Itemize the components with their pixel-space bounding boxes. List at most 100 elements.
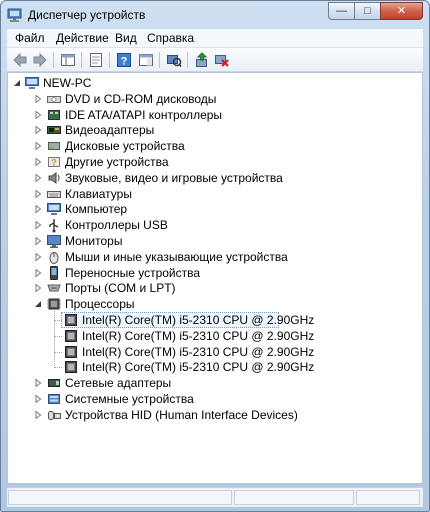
- tree-category[interactable]: Компьютер: [8, 201, 422, 217]
- expand-arrow-icon[interactable]: [34, 410, 42, 419]
- category-label: Процессоры: [65, 297, 135, 312]
- expand-arrow-icon[interactable]: [34, 158, 42, 166]
- computer-icon: [46, 201, 62, 217]
- back-button[interactable]: [11, 51, 29, 69]
- other-devices-icon: ?: [46, 154, 62, 170]
- back-icon: [13, 52, 27, 68]
- tree-device[interactable]: Intel(R) Core(TM) i5-2310 CPU @ 2.90GHz: [8, 359, 422, 375]
- close-button[interactable]: ✕: [380, 2, 423, 20]
- expand-arrow-icon[interactable]: [34, 237, 42, 245]
- menu-action[interactable]: Действие: [56, 31, 109, 45]
- maximize-button[interactable]: □: [354, 2, 380, 20]
- tree-category[interactable]: Мыши и иные указывающие устройства: [8, 249, 422, 265]
- toolbar-separator: [81, 52, 82, 68]
- tree-category[interactable]: DVD и CD-ROM дисководы: [8, 91, 422, 107]
- tree-category[interactable]: Мониторы: [8, 233, 422, 249]
- device-tree[interactable]: NEW-PC DVD и CD-ROM дисководы IDE ATA/ATAP…: [7, 72, 423, 484]
- monitor-icon: [46, 233, 62, 249]
- help-button[interactable]: ?: [115, 51, 133, 69]
- expand-arrow-icon[interactable]: [34, 252, 42, 261]
- tree-category[interactable]: Звуковые, видео и игровые устройства: [8, 170, 422, 186]
- portable-device-icon: [46, 265, 62, 281]
- toolbar: ?: [7, 48, 423, 72]
- category-label: Видеоадаптеры: [65, 123, 155, 138]
- uninstall-button[interactable]: [213, 51, 231, 69]
- tree-category[interactable]: Устройства HID (Human Interface Devices): [8, 407, 422, 423]
- help-icon: ?: [117, 53, 131, 68]
- scan-hardware-icon: [167, 55, 182, 67]
- tree-device[interactable]: Intel(R) Core(TM) i5-2310 CPU @ 2.90GHz: [8, 312, 422, 328]
- menu-file[interactable]: Файл: [15, 31, 45, 45]
- properties-button[interactable]: [87, 51, 105, 69]
- tree-category[interactable]: Дисковые устройства: [8, 138, 422, 154]
- tree-device[interactable]: Intel(R) Core(TM) i5-2310 CPU @ 2.90GHz: [8, 328, 422, 344]
- collapse-arrow-icon[interactable]: [13, 79, 21, 87]
- tree-category[interactable]: Сетевые адаптеры: [8, 375, 422, 391]
- toolbar-separator: [159, 52, 160, 68]
- tree-device[interactable]: Intel(R) Core(TM) i5-2310 CPU @ 2.90GHz: [8, 344, 422, 360]
- cpu-chip-icon: [63, 359, 79, 375]
- tree-category[interactable]: IDE ATA/ATAPI контроллеры: [8, 107, 422, 123]
- forward-icon: [33, 52, 47, 68]
- tree-category[interactable]: Клавиатуры: [8, 186, 422, 202]
- expand-arrow-icon[interactable]: [34, 221, 42, 230]
- device-label: Intel(R) Core(TM) i5-2310 CPU @ 2.90GHz: [82, 344, 315, 359]
- computer-icon: [24, 75, 40, 91]
- console-tree-icon: [61, 54, 75, 66]
- tree-root-label: NEW-PC: [43, 76, 92, 90]
- expand-arrow-icon[interactable]: [34, 94, 42, 103]
- disk-drive-icon: [46, 138, 62, 154]
- properties-icon: [90, 53, 102, 67]
- expand-arrow-icon[interactable]: [34, 142, 42, 151]
- usb-icon: [46, 217, 62, 233]
- cpu-chip-icon: [63, 312, 79, 328]
- expand-arrow-icon[interactable]: [34, 126, 42, 135]
- tree-category[interactable]: Процессоры: [8, 296, 422, 312]
- tree-category[interactable]: Порты (COM и LPT): [8, 280, 422, 296]
- hid-icon: [46, 407, 62, 423]
- tree-connector: [54, 367, 62, 369]
- category-label: Переносные устройства: [65, 265, 201, 280]
- show-hide-icon: [139, 54, 153, 66]
- tree-category[interactable]: Переносные устройства: [8, 265, 422, 281]
- forward-button[interactable]: [31, 51, 49, 69]
- category-label: Другие устройства: [65, 155, 169, 169]
- collapse-arrow-icon[interactable]: [34, 300, 42, 308]
- menu-view[interactable]: Вид: [115, 31, 137, 45]
- title-bar[interactable]: Диспетчер устройств — □ ✕: [1, 1, 429, 29]
- status-segment: [356, 490, 420, 505]
- category-label: Порты (COM и LPT): [65, 281, 176, 296]
- expand-arrow-icon[interactable]: [34, 173, 42, 182]
- tree-category[interactable]: Видеоадаптеры: [8, 122, 422, 138]
- category-label: Системные устройства: [65, 392, 194, 406]
- show-hide-button[interactable]: [137, 51, 155, 69]
- toolbar-separator: [187, 52, 188, 68]
- expand-arrow-icon[interactable]: [34, 379, 42, 388]
- tree-category[interactable]: Контроллеры USB: [8, 217, 422, 233]
- expand-arrow-icon[interactable]: [34, 395, 42, 403]
- sound-icon: [46, 170, 62, 186]
- expand-arrow-icon[interactable]: [34, 189, 42, 198]
- expand-arrow-icon[interactable]: [34, 284, 42, 293]
- category-label: Мониторы: [65, 234, 123, 248]
- expand-arrow-icon[interactable]: [34, 268, 42, 277]
- dvd-drive-icon: [46, 91, 62, 107]
- category-label: DVD и CD-ROM дисководы: [65, 91, 217, 106]
- uninstall-icon: [215, 55, 229, 67]
- menu-bar: Файл Действие Вид Справка: [7, 29, 423, 48]
- network-adapter-icon: [46, 375, 62, 391]
- update-driver-button[interactable]: [193, 51, 211, 69]
- tree-category[interactable]: ? Другие устройства: [8, 154, 422, 170]
- category-label: Компьютер: [65, 202, 128, 217]
- status-segment: [234, 490, 354, 505]
- expand-arrow-icon[interactable]: [34, 110, 42, 119]
- tree-root[interactable]: NEW-PC: [8, 75, 422, 91]
- svg-text:?: ?: [51, 158, 57, 168]
- expand-arrow-icon[interactable]: [34, 205, 42, 214]
- minimize-button[interactable]: —: [328, 2, 354, 20]
- scan-hardware-button[interactable]: [165, 51, 183, 69]
- tree-category[interactable]: Системные устройства: [8, 391, 422, 407]
- console-tree-button[interactable]: [59, 51, 77, 69]
- processor-icon: [46, 296, 62, 312]
- menu-help[interactable]: Справка: [147, 31, 194, 45]
